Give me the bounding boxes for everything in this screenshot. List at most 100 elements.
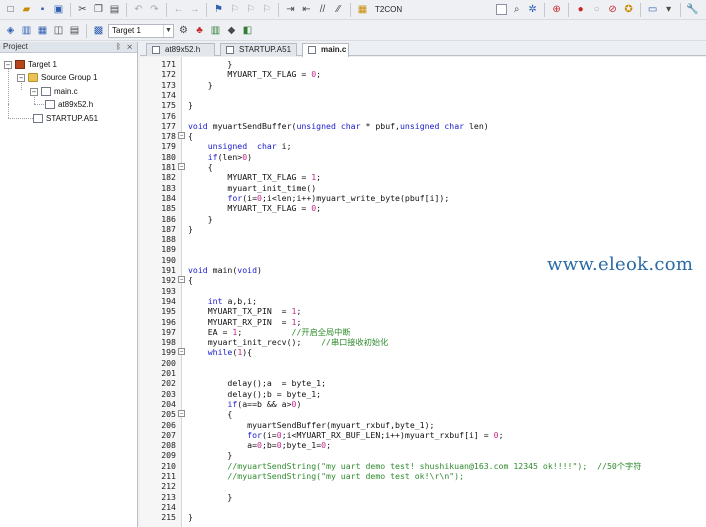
code-line[interactable]: 204 if(a==b && a>0) <box>140 399 706 409</box>
chevron-down-icon[interactable]: ▼ <box>163 24 173 37</box>
code-line[interactable]: 212 <box>140 481 706 491</box>
code-line[interactable]: 202 delay();a = byte_1; <box>140 378 706 388</box>
download-icon[interactable]: ▤ <box>68 24 81 37</box>
code-line[interactable]: 174 <box>140 90 706 100</box>
paste-icon[interactable]: ▤ <box>108 3 121 16</box>
component-icon[interactable]: ◧ <box>241 24 254 37</box>
code-line[interactable]: 203 delay();b = byte_1; <box>140 389 706 399</box>
code-line[interactable]: 176 <box>140 111 706 121</box>
debug-icon[interactable]: ⊕ <box>550 3 563 16</box>
code-line[interactable]: 171 } <box>140 59 706 69</box>
code-line[interactable]: 199− while(1){ <box>140 347 706 357</box>
tab-main-c[interactable]: main.c <box>302 43 349 57</box>
new-file-icon[interactable]: □ <box>4 3 17 16</box>
manage-icon[interactable]: ♣ <box>193 24 206 37</box>
breakpoint-disable-icon[interactable]: ○ <box>590 3 603 16</box>
panel-pin-close-icon[interactable]: ᛒ ✕ <box>116 42 134 52</box>
code-line[interactable]: 208 a=0;b=0;byte_1=0; <box>140 440 706 450</box>
code-line[interactable]: 215} <box>140 512 706 522</box>
code-line[interactable]: 186 } <box>140 214 706 224</box>
code-line[interactable]: 193 <box>140 286 706 296</box>
bookmark-icon[interactable]: ⚑ <box>212 3 225 16</box>
undo-icon[interactable]: ↶ <box>132 3 145 16</box>
tab-startup-a51[interactable]: STARTUP.A51 <box>220 43 297 56</box>
code-line[interactable]: 197 EA = 1; //开启全局中断 <box>140 327 706 337</box>
code-line[interactable]: 188 <box>140 234 706 244</box>
code-line[interactable]: 198 myuart_init_recv(); //串口接收初始化 <box>140 337 706 347</box>
fold-toggle-icon[interactable]: − <box>178 276 185 284</box>
breakpoint-all-icon[interactable]: ✪ <box>622 3 635 16</box>
code-line[interactable]: 179 unsigned char i; <box>140 141 706 151</box>
comment-icon[interactable]: // <box>316 3 329 16</box>
code-line[interactable]: 206 myuartSendBuffer(myuart_rxbuf,byte_1… <box>140 420 706 430</box>
tab-at89x52-h[interactable]: at89x52.h <box>146 43 215 56</box>
find-icon[interactable]: ⌕ <box>510 3 523 16</box>
code-line[interactable]: 173 } <box>140 80 706 90</box>
code-line[interactable]: 210 //myuartSendString("my uart demo tes… <box>140 461 706 471</box>
breakpoint-icon[interactable]: ● <box>574 3 587 16</box>
options-icon[interactable]: ⚙ <box>177 24 190 37</box>
tree-node-at89x52-h[interactable]: at89x52.h <box>45 98 93 111</box>
code-line[interactable]: 214 <box>140 502 706 512</box>
stop-build-icon[interactable]: ▩ <box>92 24 105 37</box>
collapse-toggle-icon[interactable]: − <box>30 87 38 96</box>
code-line[interactable]: 184 for(i=0;i<len;i++)myuart_write_byte(… <box>140 193 706 203</box>
code-line[interactable]: 207 for(i=0;i<MYUART_RX_BUF_LEN;i++)myua… <box>140 430 706 440</box>
code-line[interactable]: 201 <box>140 368 706 378</box>
fold-toggle-icon[interactable]: − <box>178 132 185 140</box>
code-line[interactable]: 211 //myuartSendString("my uart demo tes… <box>140 471 706 481</box>
code-line[interactable]: 192−{ <box>140 275 706 285</box>
breakpoint-kill-icon[interactable]: ⊘ <box>606 3 619 16</box>
code-line[interactable]: 205− { <box>140 409 706 419</box>
code-editor[interactable]: 171 } 172 MYUART_TX_FLAG = 0; 173 } 174 175}… <box>140 57 706 527</box>
find-in-files-icon[interactable]: ▦ <box>356 3 369 16</box>
code-line[interactable]: 200 <box>140 358 706 368</box>
window-icon[interactable]: ▭ <box>646 3 659 16</box>
code-line[interactable]: 180 if(len>0) <box>140 152 706 162</box>
bookmark-prev-icon[interactable]: ⚐ <box>228 3 241 16</box>
code-line[interactable]: 213 } <box>140 492 706 502</box>
wizard-icon[interactable]: ✲ <box>526 3 539 16</box>
redo-icon[interactable]: ↷ <box>148 3 161 16</box>
code-line[interactable]: 178−{ <box>140 131 706 141</box>
code-line[interactable]: 209 } <box>140 450 706 460</box>
event-icon[interactable]: ◆ <box>225 24 238 37</box>
code-line[interactable]: 175} <box>140 100 706 110</box>
save-all-icon[interactable]: ▣ <box>52 3 65 16</box>
code-line[interactable]: 177 void myuartSendBuffer(unsigned char *… <box>140 121 706 131</box>
save-icon[interactable]: ▪ <box>36 3 49 16</box>
code-line[interactable]: 185 MYUART_TX_FLAG = 0; <box>140 203 706 213</box>
tree-node-target[interactable]: − Target 1 <box>4 58 57 71</box>
tree-node-main-c[interactable]: − main.c <box>30 85 78 98</box>
uncomment-icon[interactable]: ⁄⁄ <box>332 3 345 16</box>
combo-checkbox-icon[interactable] <box>496 4 508 15</box>
translate-icon[interactable]: ◈ <box>4 24 17 37</box>
unindent-icon[interactable]: ⇤ <box>300 3 313 16</box>
collapse-toggle-icon[interactable]: − <box>4 60 12 69</box>
copy-icon[interactable]: ❐ <box>92 3 105 16</box>
code-line[interactable]: 187} <box>140 224 706 234</box>
books-icon[interactable]: ▥ <box>209 24 222 37</box>
tree-node-source-group[interactable]: − Source Group 1 <box>17 71 97 84</box>
code-line[interactable]: 194 int a,b,i; <box>140 296 706 306</box>
open-folder-icon[interactable]: ▰ <box>20 3 33 16</box>
code-line[interactable]: 172 MYUART_TX_FLAG = 0; <box>140 69 706 79</box>
target-select[interactable]: Target 1 ▼ <box>108 23 174 38</box>
fold-toggle-icon[interactable]: − <box>178 163 185 170</box>
code-line[interactable]: 182 MYUART_TX_FLAG = 1; <box>140 172 706 182</box>
code-line[interactable]: 196 MYUART_RX_PIN = 1; <box>140 317 706 327</box>
back-icon[interactable]: ← <box>172 3 185 16</box>
bookmark-next-icon[interactable]: ⚐ <box>244 3 257 16</box>
tree-node-startup-a51[interactable]: STARTUP.A51 <box>33 112 98 125</box>
forward-icon[interactable]: → <box>188 3 201 16</box>
cut-icon[interactable]: ✂ <box>76 3 89 16</box>
code-line[interactable]: 195 MYUART_TX_PIN = 1; <box>140 306 706 316</box>
bookmark-clear-icon[interactable]: ⚐ <box>260 3 273 16</box>
indent-icon[interactable]: ⇥ <box>284 3 297 16</box>
fold-toggle-icon[interactable]: − <box>178 410 185 418</box>
build-icon[interactable]: ▥ <box>20 24 33 37</box>
settings-icon[interactable]: 🔧 <box>686 3 699 16</box>
collapse-toggle-icon[interactable]: − <box>17 73 25 82</box>
fold-toggle-icon[interactable]: − <box>178 348 185 356</box>
rebuild-icon[interactable]: ▦ <box>36 24 49 37</box>
